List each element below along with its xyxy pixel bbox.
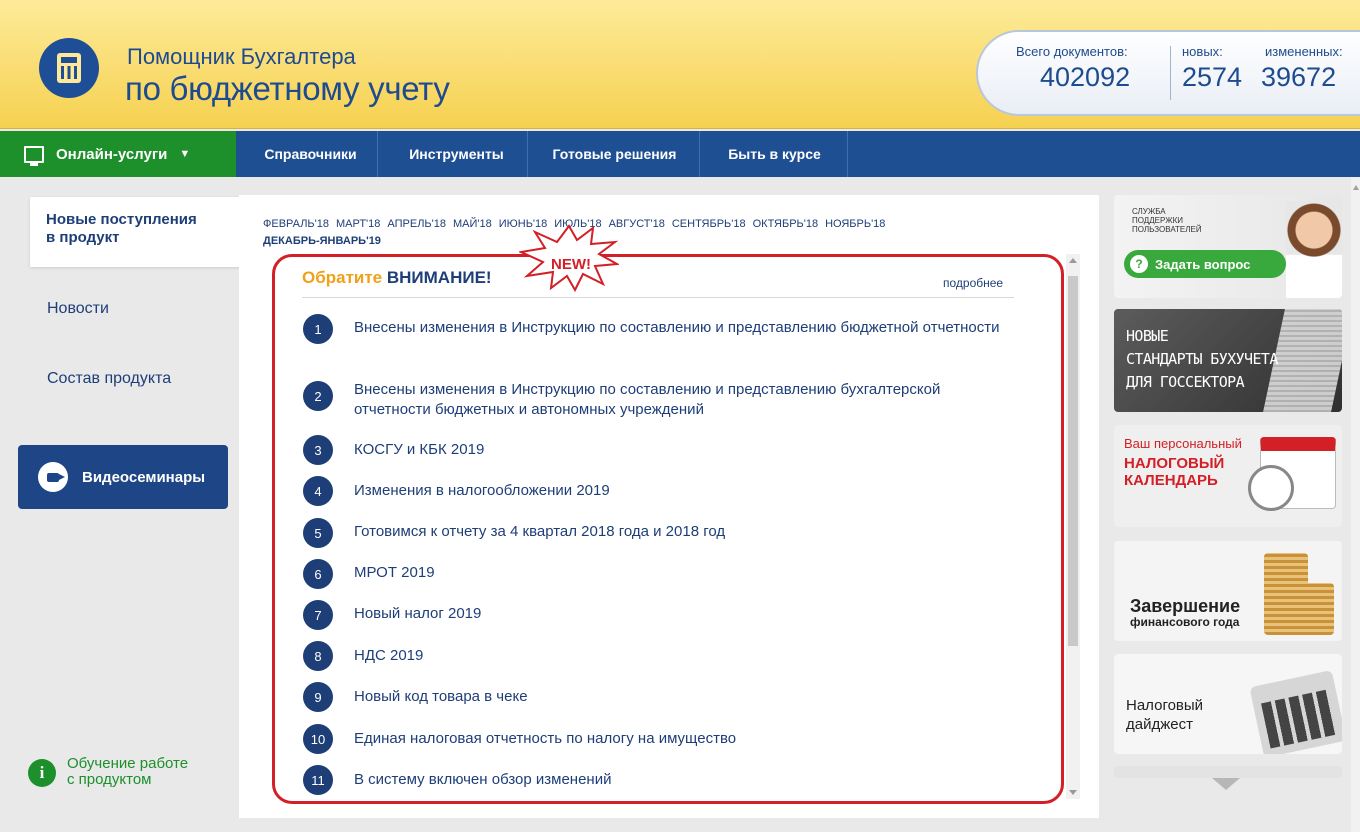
news-item-link[interactable]: Новый налог 2019 [354, 604, 1004, 624]
clock-icon [1248, 465, 1294, 511]
item-number: 6 [303, 559, 333, 589]
news-item-link[interactable]: Новый код товара в чеке [354, 687, 1004, 707]
scroll-thumb[interactable] [1068, 276, 1078, 646]
product-training-link[interactable]: Обучение работе с продуктом [67, 756, 188, 788]
heading-divider [302, 297, 1014, 298]
month-tab[interactable]: НОЯБРЬ'18 [825, 218, 885, 230]
month-tab[interactable]: МАЙ'18 [453, 218, 492, 230]
item-number: 1 [303, 314, 333, 344]
panel-scrollbar[interactable] [1066, 254, 1080, 799]
news-item-link[interactable]: МРОТ 2019 [354, 563, 1004, 583]
news-item-link[interactable]: Единая налоговая отчетность по налогу на… [354, 729, 1004, 749]
caret-down-icon: ▼ [179, 148, 191, 160]
attention-heading: Обратите ВНИМАНИЕ! [302, 268, 492, 287]
item-number: 11 [303, 765, 333, 795]
video-seminars-button[interactable]: Видеосеминары [18, 445, 228, 509]
sidebar-item-new-arrivals[interactable]: Новые поступления в продукт [30, 197, 244, 267]
support-banner[interactable]: СЛУЖБА ПОДДЕРЖКИ ПОЛЬЗОВАТЕЛЕЙ ? Задать … [1114, 195, 1342, 298]
sidebar-item-contents[interactable]: Состав продукта [47, 370, 171, 388]
month-tab[interactable]: МАРТ'18 [336, 218, 380, 230]
item-number: 8 [303, 641, 333, 671]
banners-down-arrow-icon[interactable] [1212, 778, 1240, 790]
sidebar-item-news[interactable]: Новости [47, 300, 109, 318]
standards-banner[interactable]: НОВЫЕ СТАНДАРТЫ БУХУЧЕТА ДЛЯ ГОССЕКТОРА [1114, 309, 1342, 412]
main-nav: Онлайн-услуги ▼ Справочники Инструменты … [0, 131, 1360, 177]
calculator-icon [1249, 670, 1342, 754]
product-title-line2: по бюджетному учету [125, 70, 450, 107]
item-number: 10 [303, 724, 333, 754]
nav-online-services[interactable]: Онлайн-услуги ▼ [0, 131, 236, 177]
page-scrollbar[interactable] [1351, 177, 1360, 832]
news-item-link[interactable]: В систему включен обзор изменений [354, 770, 1004, 790]
month-tab-current[interactable]: ДЕКАБРЬ-ЯНВАРЬ'19 [263, 235, 381, 247]
document-stats: Всего документов: 402092 новых: 2574 изм… [976, 30, 1360, 116]
news-item-link[interactable]: НДС 2019 [354, 646, 1004, 666]
item-number: 9 [303, 682, 333, 712]
item-number: 5 [303, 518, 333, 548]
news-item-link[interactable]: Изменения в налогообложении 2019 [354, 481, 1004, 501]
header: Помощник Бухгалтера по бюджетному учету … [0, 0, 1360, 129]
more-link[interactable]: подробнее [943, 276, 1003, 290]
scroll-down-icon[interactable] [1069, 790, 1077, 795]
month-tabs: ФЕВРАЛЬ'18 МАРТ'18 АПРЕЛЬ'18 МАЙ'18 ИЮНЬ'18 И… [263, 216, 1053, 250]
nav-references[interactable]: Справочники [244, 131, 378, 177]
month-tab[interactable]: АПРЕЛЬ'18 [387, 218, 446, 230]
news-item-link[interactable]: Готовимся к отчету за 4 квартал 2018 год… [354, 522, 1004, 542]
month-tab[interactable]: ФЕВРАЛЬ'18 [263, 218, 329, 230]
item-number: 4 [303, 476, 333, 506]
nav-updates[interactable]: Быть в курсе [702, 131, 848, 177]
news-item-link[interactable]: КОСГУ и КБК 2019 [354, 440, 1004, 460]
news-item-link[interactable]: Внесены изменения в Инструкцию по состав… [354, 380, 1004, 420]
item-number: 3 [303, 435, 333, 465]
tax-calendar-banner[interactable]: Ваш персональный НАЛОГОВЫЙ КАЛЕНДАРЬ [1114, 425, 1342, 527]
stat-new: новых: 2574 [1182, 44, 1243, 92]
scroll-up-icon[interactable] [1069, 258, 1077, 263]
stat-changed: измененных: 39672 [1261, 44, 1343, 92]
question-icon: ? [1130, 255, 1148, 273]
item-number: 7 [303, 600, 333, 630]
news-item-link[interactable]: Внесены изменения в Инструкцию по состав… [354, 318, 1004, 338]
stat-divider [1170, 46, 1171, 100]
item-number: 2 [303, 381, 333, 411]
month-tab[interactable]: ОКТЯБРЬ'18 [753, 218, 819, 230]
nav-tools[interactable]: Инструменты [386, 131, 528, 177]
monitor-icon [24, 145, 44, 166]
stat-total: Всего документов: 402092 [1016, 44, 1131, 92]
tax-digest-banner[interactable]: Налоговый дайджест [1114, 654, 1342, 754]
coins-icon [1298, 583, 1334, 635]
info-icon[interactable]: i [28, 759, 56, 787]
nav-solutions[interactable]: Готовые решения [530, 131, 700, 177]
support-operator-image [1286, 201, 1342, 298]
calculator-logo-icon[interactable] [39, 38, 99, 98]
month-tab[interactable]: СЕНТЯБРЬ'18 [672, 218, 746, 230]
ask-question-button[interactable]: ? Задать вопрос [1124, 250, 1286, 278]
product-title-line1: Помощник Бухгалтера [127, 44, 356, 69]
new-badge: NEW! [551, 256, 591, 273]
next-banner-partial[interactable] [1114, 766, 1342, 778]
video-camera-icon [38, 462, 68, 492]
year-end-banner[interactable]: Завершение финансового года [1114, 541, 1342, 641]
